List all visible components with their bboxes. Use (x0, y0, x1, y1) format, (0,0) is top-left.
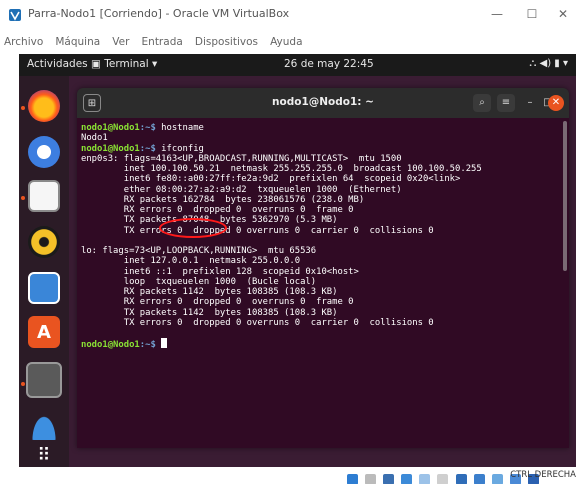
terminal-dock-icon[interactable] (26, 362, 62, 398)
terminal-prompt-line: nodo1@Nodo1:~$ ifconfig (81, 144, 555, 154)
gnome-topbar: Actividades ▣ Terminal ▾ 26 de may 22:45… (19, 54, 576, 76)
terminal-prompt-line: nodo1@Nodo1:~$ (81, 338, 555, 350)
terminal-output-line: lo: flags=73<UP,LOOPBACK,RUNNING> mtu 65… (81, 246, 317, 256)
terminal-output-line: TX errors 0 dropped 0 overruns 0 carrier… (81, 225, 434, 236)
terminal-output-line: inet 127.0.0.1 netmask 255.0.0.0 (81, 256, 301, 267)
virtualbox-menubar: Archivo Máquina Ver Entrada Dispositivos… (0, 30, 578, 52)
terminal-output-line: RX packets 1142 bytes 108385 (108.3 KB) (81, 287, 338, 297)
minimize-button[interactable]: — (487, 5, 507, 23)
terminal-output-line: TX errors 0 dropped 0 overruns 0 carrier… (81, 317, 434, 328)
terminal-output-line: inet6 fe80::a00:27ff:fe2a:9d2 prefixlen … (81, 174, 461, 185)
clock[interactable]: 26 de may 22:45 (284, 58, 374, 70)
network-icon[interactable] (401, 474, 413, 484)
activities-button[interactable]: Actividades (27, 58, 88, 70)
optical-drive-icon[interactable] (365, 474, 377, 484)
terminal-output-line: ether 08:00:27:a2:a9:d2 txqueuelen 1000 … (81, 184, 402, 195)
terminal-headerbar: ⊞ nodo1@Nodo1: ~ ⌕ ≡ – □ ✕ (77, 88, 569, 118)
terminal-output-line: enp0s3: flags=4163<UP,BROADCAST,RUNNING,… (81, 153, 402, 164)
prompt-user: nodo1@Nodo1 (81, 143, 140, 154)
terminal-app-icon: ▣ (91, 58, 105, 70)
menu-dispositivos[interactable]: Dispositivos (195, 31, 258, 53)
terminal-output-line: RX errors 0 dropped 0 overruns 0 frame 0 (81, 297, 354, 308)
maximize-button[interactable]: ☐ (522, 5, 542, 23)
app-menu-label: Terminal ▾ (104, 58, 158, 70)
firefox-icon[interactable] (28, 90, 60, 122)
command-text: hostname (161, 123, 204, 133)
terminal-output-line: Nodo1 (81, 133, 108, 144)
terminal-output-line: loop txqueuelen 1000 (Bucle local) (81, 276, 317, 287)
terminal-output-line: TX packets 1142 bytes 108385 (108.3 KB) (81, 307, 338, 318)
terminal-scrollbar[interactable] (563, 121, 567, 271)
ubuntu-dock: A ⠿ (19, 76, 69, 467)
system-status-menu[interactable]: ⛬ ◀) ▮ ▾ (529, 58, 568, 69)
prompt-path: :~$ (139, 340, 162, 351)
hard-disk-icon[interactable] (347, 474, 358, 484)
menu-maquina[interactable]: Máquina (55, 31, 100, 53)
rhythmbox-icon[interactable] (28, 226, 60, 258)
terminal-output[interactable]: nodo1@Nodo1:~$ hostname Nodo1 nodo1@Nodo1:… (81, 123, 555, 351)
menu-ayuda[interactable]: Ayuda (270, 31, 302, 53)
terminal-output-line: TX packets 87048 bytes 5362970 (5.3 MB) (81, 215, 338, 226)
virtualbox-statusbar: CTRL DERECHA (0, 467, 578, 484)
shared-folders-icon[interactable] (437, 474, 449, 484)
running-indicator (21, 382, 25, 386)
terminal-title: nodo1@Nodo1: ~ (272, 96, 374, 108)
menu-archivo[interactable]: Archivo (4, 31, 43, 53)
prompt-user: nodo1@Nodo1 (81, 123, 140, 133)
terminal-output-line: inet 100.100.50.21 netmask 255.255.255.0… (81, 164, 482, 174)
search-icon[interactable]: ⌕ (473, 94, 491, 112)
terminal-window[interactable]: ⊞ nodo1@Nodo1: ~ ⌕ ≡ – □ ✕ nodo1@Nodo1:~… (77, 88, 569, 448)
running-indicator (21, 196, 25, 200)
virtualbox-titlebar: Parra-Nodo1 [Corriendo] - Oracle VM Virt… (0, 0, 578, 30)
host-key-label: CTRL DERECHA (510, 470, 576, 480)
prompt-user: nodo1@Nodo1 (81, 340, 140, 351)
guest-screen[interactable]: Actividades ▣ Terminal ▾ 26 de may 22:45… (19, 54, 576, 467)
hamburger-menu-icon[interactable]: ≡ (497, 94, 515, 112)
menu-ver[interactable]: Ver (112, 31, 129, 53)
terminal-output-line: RX errors 0 dropped 0 overruns 0 frame 0 (81, 205, 354, 215)
software-center-icon[interactable]: A (28, 316, 60, 348)
terminal-prompt-line: nodo1@Nodo1:~$ hostname (81, 123, 555, 133)
cpu-icon[interactable] (491, 474, 503, 484)
app-menu-terminal[interactable]: ▣ Terminal ▾ (91, 58, 157, 70)
running-indicator (21, 106, 25, 110)
virtualbox-logo-icon (9, 9, 21, 21)
prompt-path: :~$ (139, 123, 162, 133)
close-button[interactable]: ✕ (553, 5, 573, 23)
minimize-terminal-icon[interactable]: – (521, 94, 539, 112)
text-cursor (161, 338, 168, 349)
display-icon[interactable] (455, 474, 467, 484)
thunderbird-icon[interactable] (28, 136, 60, 168)
ip-highlight-ellipse (159, 218, 227, 238)
menu-entrada[interactable]: Entrada (142, 31, 183, 53)
terminal-output-line: inet6 ::1 prefixlen 128 scopeid 0x10<hos… (81, 266, 359, 277)
prompt-path: :~$ (139, 143, 162, 154)
files-icon[interactable] (28, 180, 60, 212)
audio-icon[interactable] (383, 474, 395, 484)
recording-icon[interactable] (473, 474, 485, 484)
command-text: ifconfig (161, 143, 204, 154)
terminal-output-line: RX packets 162784 bytes 238061576 (238.0… (81, 194, 365, 205)
window-title: Parra-Nodo1 [Corriendo] - Oracle VM Virt… (28, 7, 290, 20)
usb-icon[interactable] (419, 474, 431, 484)
close-terminal-icon[interactable]: ✕ (548, 95, 564, 111)
cdrom-icon[interactable] (28, 408, 60, 440)
libreoffice-writer-icon[interactable] (28, 272, 60, 304)
show-applications-icon[interactable]: ⠿ (28, 439, 60, 467)
